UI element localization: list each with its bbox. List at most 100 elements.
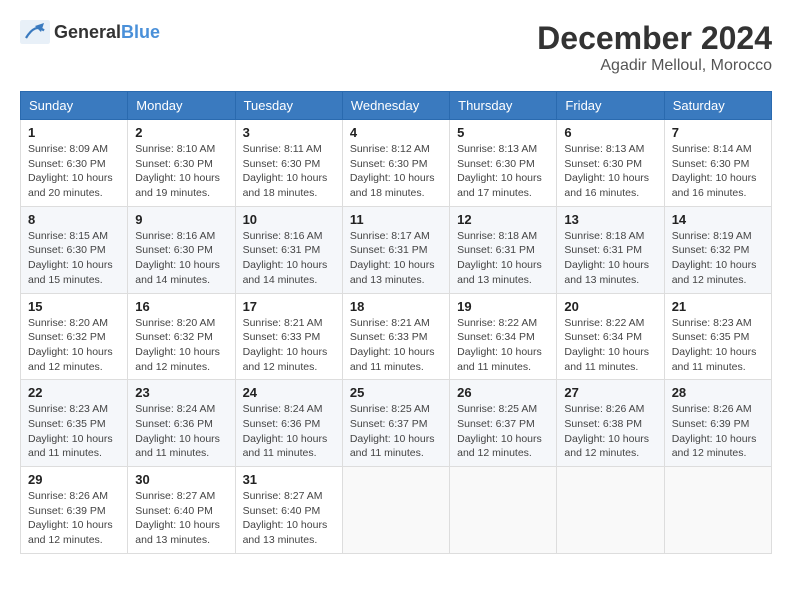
day-info: Sunrise: 8:11 AMSunset: 6:30 PMDaylight:… bbox=[243, 142, 335, 201]
day-number: 4 bbox=[350, 125, 442, 140]
calendar-week-row: 22 Sunrise: 8:23 AMSunset: 6:35 PMDaylig… bbox=[21, 380, 772, 467]
day-info: Sunrise: 8:20 AMSunset: 6:32 PMDaylight:… bbox=[135, 316, 227, 375]
calendar-cell: 24 Sunrise: 8:24 AMSunset: 6:36 PMDaylig… bbox=[235, 380, 342, 467]
day-info: Sunrise: 8:18 AMSunset: 6:31 PMDaylight:… bbox=[457, 229, 549, 288]
day-number: 28 bbox=[672, 385, 764, 400]
day-number: 6 bbox=[564, 125, 656, 140]
day-number: 3 bbox=[243, 125, 335, 140]
day-info: Sunrise: 8:10 AMSunset: 6:30 PMDaylight:… bbox=[135, 142, 227, 201]
day-number: 16 bbox=[135, 299, 227, 314]
day-info: Sunrise: 8:21 AMSunset: 6:33 PMDaylight:… bbox=[243, 316, 335, 375]
day-info: Sunrise: 8:24 AMSunset: 6:36 PMDaylight:… bbox=[135, 402, 227, 461]
day-number: 9 bbox=[135, 212, 227, 227]
day-info: Sunrise: 8:16 AMSunset: 6:30 PMDaylight:… bbox=[135, 229, 227, 288]
title-block: December 2024 Agadir Melloul, Morocco bbox=[537, 20, 772, 75]
day-number: 11 bbox=[350, 212, 442, 227]
weekday-header: Thursday bbox=[450, 92, 557, 120]
logo-icon bbox=[20, 20, 50, 44]
day-number: 18 bbox=[350, 299, 442, 314]
day-info: Sunrise: 8:09 AMSunset: 6:30 PMDaylight:… bbox=[28, 142, 120, 201]
day-number: 25 bbox=[350, 385, 442, 400]
calendar-week-row: 1 Sunrise: 8:09 AMSunset: 6:30 PMDayligh… bbox=[21, 120, 772, 207]
day-info: Sunrise: 8:19 AMSunset: 6:32 PMDaylight:… bbox=[672, 229, 764, 288]
day-info: Sunrise: 8:18 AMSunset: 6:31 PMDaylight:… bbox=[564, 229, 656, 288]
calendar-cell: 7 Sunrise: 8:14 AMSunset: 6:30 PMDayligh… bbox=[664, 120, 771, 207]
calendar-cell bbox=[664, 467, 771, 554]
day-number: 14 bbox=[672, 212, 764, 227]
calendar-cell: 22 Sunrise: 8:23 AMSunset: 6:35 PMDaylig… bbox=[21, 380, 128, 467]
day-info: Sunrise: 8:22 AMSunset: 6:34 PMDaylight:… bbox=[457, 316, 549, 375]
day-info: Sunrise: 8:27 AMSunset: 6:40 PMDaylight:… bbox=[243, 489, 335, 548]
logo: GeneralBlue bbox=[20, 20, 160, 44]
day-number: 7 bbox=[672, 125, 764, 140]
day-number: 17 bbox=[243, 299, 335, 314]
calendar-week-row: 29 Sunrise: 8:26 AMSunset: 6:39 PMDaylig… bbox=[21, 467, 772, 554]
day-info: Sunrise: 8:13 AMSunset: 6:30 PMDaylight:… bbox=[564, 142, 656, 201]
page-header: GeneralBlue December 2024 Agadir Melloul… bbox=[20, 20, 772, 75]
calendar-cell: 17 Sunrise: 8:21 AMSunset: 6:33 PMDaylig… bbox=[235, 293, 342, 380]
day-number: 2 bbox=[135, 125, 227, 140]
day-info: Sunrise: 8:15 AMSunset: 6:30 PMDaylight:… bbox=[28, 229, 120, 288]
calendar-cell: 26 Sunrise: 8:25 AMSunset: 6:37 PMDaylig… bbox=[450, 380, 557, 467]
calendar-cell: 12 Sunrise: 8:18 AMSunset: 6:31 PMDaylig… bbox=[450, 206, 557, 293]
day-info: Sunrise: 8:14 AMSunset: 6:30 PMDaylight:… bbox=[672, 142, 764, 201]
day-info: Sunrise: 8:27 AMSunset: 6:40 PMDaylight:… bbox=[135, 489, 227, 548]
calendar-cell: 6 Sunrise: 8:13 AMSunset: 6:30 PMDayligh… bbox=[557, 120, 664, 207]
calendar-cell: 13 Sunrise: 8:18 AMSunset: 6:31 PMDaylig… bbox=[557, 206, 664, 293]
day-number: 12 bbox=[457, 212, 549, 227]
day-number: 5 bbox=[457, 125, 549, 140]
calendar-cell bbox=[450, 467, 557, 554]
day-number: 26 bbox=[457, 385, 549, 400]
weekday-header: Tuesday bbox=[235, 92, 342, 120]
day-number: 30 bbox=[135, 472, 227, 487]
calendar-cell: 15 Sunrise: 8:20 AMSunset: 6:32 PMDaylig… bbox=[21, 293, 128, 380]
calendar-cell bbox=[557, 467, 664, 554]
day-number: 19 bbox=[457, 299, 549, 314]
day-number: 1 bbox=[28, 125, 120, 140]
day-info: Sunrise: 8:22 AMSunset: 6:34 PMDaylight:… bbox=[564, 316, 656, 375]
calendar-cell: 1 Sunrise: 8:09 AMSunset: 6:30 PMDayligh… bbox=[21, 120, 128, 207]
day-number: 21 bbox=[672, 299, 764, 314]
calendar-cell: 21 Sunrise: 8:23 AMSunset: 6:35 PMDaylig… bbox=[664, 293, 771, 380]
day-info: Sunrise: 8:12 AMSunset: 6:30 PMDaylight:… bbox=[350, 142, 442, 201]
weekday-header: Friday bbox=[557, 92, 664, 120]
calendar-cell: 11 Sunrise: 8:17 AMSunset: 6:31 PMDaylig… bbox=[342, 206, 449, 293]
day-info: Sunrise: 8:25 AMSunset: 6:37 PMDaylight:… bbox=[350, 402, 442, 461]
day-info: Sunrise: 8:23 AMSunset: 6:35 PMDaylight:… bbox=[28, 402, 120, 461]
day-info: Sunrise: 8:20 AMSunset: 6:32 PMDaylight:… bbox=[28, 316, 120, 375]
calendar-cell: 31 Sunrise: 8:27 AMSunset: 6:40 PMDaylig… bbox=[235, 467, 342, 554]
weekday-header: Wednesday bbox=[342, 92, 449, 120]
day-number: 13 bbox=[564, 212, 656, 227]
calendar-week-row: 8 Sunrise: 8:15 AMSunset: 6:30 PMDayligh… bbox=[21, 206, 772, 293]
calendar-cell: 18 Sunrise: 8:21 AMSunset: 6:33 PMDaylig… bbox=[342, 293, 449, 380]
location-title: Agadir Melloul, Morocco bbox=[537, 57, 772, 75]
calendar-cell: 20 Sunrise: 8:22 AMSunset: 6:34 PMDaylig… bbox=[557, 293, 664, 380]
calendar-cell: 14 Sunrise: 8:19 AMSunset: 6:32 PMDaylig… bbox=[664, 206, 771, 293]
calendar-table: SundayMondayTuesdayWednesdayThursdayFrid… bbox=[20, 91, 772, 554]
day-info: Sunrise: 8:24 AMSunset: 6:36 PMDaylight:… bbox=[243, 402, 335, 461]
calendar-cell: 2 Sunrise: 8:10 AMSunset: 6:30 PMDayligh… bbox=[128, 120, 235, 207]
day-number: 23 bbox=[135, 385, 227, 400]
day-info: Sunrise: 8:17 AMSunset: 6:31 PMDaylight:… bbox=[350, 229, 442, 288]
calendar-cell: 28 Sunrise: 8:26 AMSunset: 6:39 PMDaylig… bbox=[664, 380, 771, 467]
calendar-cell: 30 Sunrise: 8:27 AMSunset: 6:40 PMDaylig… bbox=[128, 467, 235, 554]
calendar-header-row: SundayMondayTuesdayWednesdayThursdayFrid… bbox=[21, 92, 772, 120]
day-number: 10 bbox=[243, 212, 335, 227]
calendar-cell: 10 Sunrise: 8:16 AMSunset: 6:31 PMDaylig… bbox=[235, 206, 342, 293]
day-number: 8 bbox=[28, 212, 120, 227]
day-info: Sunrise: 8:26 AMSunset: 6:38 PMDaylight:… bbox=[564, 402, 656, 461]
day-info: Sunrise: 8:21 AMSunset: 6:33 PMDaylight:… bbox=[350, 316, 442, 375]
calendar-cell: 25 Sunrise: 8:25 AMSunset: 6:37 PMDaylig… bbox=[342, 380, 449, 467]
calendar-cell: 23 Sunrise: 8:24 AMSunset: 6:36 PMDaylig… bbox=[128, 380, 235, 467]
weekday-header: Saturday bbox=[664, 92, 771, 120]
day-number: 24 bbox=[243, 385, 335, 400]
weekday-header: Sunday bbox=[21, 92, 128, 120]
calendar-cell: 29 Sunrise: 8:26 AMSunset: 6:39 PMDaylig… bbox=[21, 467, 128, 554]
calendar-cell: 3 Sunrise: 8:11 AMSunset: 6:30 PMDayligh… bbox=[235, 120, 342, 207]
day-info: Sunrise: 8:13 AMSunset: 6:30 PMDaylight:… bbox=[457, 142, 549, 201]
day-info: Sunrise: 8:26 AMSunset: 6:39 PMDaylight:… bbox=[28, 489, 120, 548]
calendar-week-row: 15 Sunrise: 8:20 AMSunset: 6:32 PMDaylig… bbox=[21, 293, 772, 380]
day-info: Sunrise: 8:23 AMSunset: 6:35 PMDaylight:… bbox=[672, 316, 764, 375]
day-number: 22 bbox=[28, 385, 120, 400]
logo-text-general: General bbox=[54, 22, 121, 42]
